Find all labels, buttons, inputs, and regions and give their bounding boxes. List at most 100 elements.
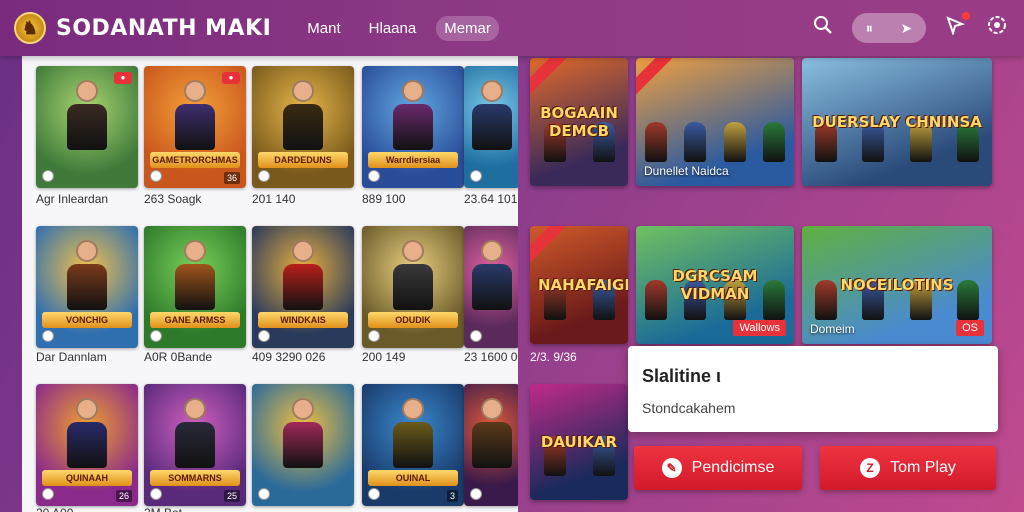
game-card-caption: 2M Bat bbox=[144, 506, 182, 512]
game-card[interactable] bbox=[464, 384, 518, 506]
brand-title[interactable]: SODANATH MAKI bbox=[56, 16, 271, 41]
featured-game-card[interactable]: DAUIKAR bbox=[530, 384, 628, 500]
game-character bbox=[470, 240, 514, 310]
game-character bbox=[65, 398, 109, 468]
platform-icon bbox=[42, 330, 54, 342]
game-character bbox=[173, 240, 217, 310]
game-card[interactable] bbox=[464, 226, 518, 348]
platform-icon bbox=[470, 330, 482, 342]
game-card-title: ODUDIK bbox=[368, 312, 458, 328]
character-figure bbox=[763, 122, 786, 162]
game-character bbox=[281, 240, 325, 310]
featured-game-card[interactable]: DGRCSAM VIDMAN Wallows bbox=[636, 226, 794, 344]
featured-title: NAHAFAIGI bbox=[538, 276, 628, 294]
game-card-caption: Agr Inleardan bbox=[36, 192, 109, 206]
platform-icon bbox=[258, 170, 270, 182]
featured-title: DGRCSAM VIDMAN bbox=[672, 267, 758, 303]
game-card-title: VONCHIG bbox=[42, 312, 132, 328]
header-tools: ⏸ ➤ bbox=[810, 12, 1010, 43]
nav-item-mant[interactable]: Mant bbox=[299, 16, 348, 41]
featured-title: DAUIKAR bbox=[540, 433, 618, 451]
primary-button[interactable]: ✎ Pendicimse bbox=[634, 446, 802, 490]
notification-dot bbox=[962, 12, 970, 20]
primary-button-label: Pendicimse bbox=[691, 459, 775, 476]
platform-icon bbox=[368, 170, 380, 182]
nav-item-hlaana[interactable]: Hlaana bbox=[361, 16, 425, 41]
game-card[interactable]: ODUDIK bbox=[362, 226, 464, 348]
game-card-count: 26 bbox=[115, 490, 132, 502]
game-card[interactable]: VONCHIG bbox=[36, 226, 138, 348]
featured-subtitle: Domeim bbox=[810, 322, 855, 336]
platform-icon bbox=[258, 330, 270, 342]
game-card-title: QUINAAH bbox=[42, 470, 132, 486]
featured-game-card[interactable]: Dunellet Naidca bbox=[636, 58, 794, 186]
game-card-caption: 23 1600 00 bbox=[464, 350, 518, 364]
hot-ribbon bbox=[530, 58, 570, 98]
character-figure bbox=[644, 122, 667, 162]
popup-title: Slalitine ι bbox=[642, 366, 722, 386]
game-character bbox=[65, 240, 109, 310]
play-button[interactable]: Z Tom Play bbox=[820, 446, 996, 490]
platform-icon bbox=[258, 488, 270, 500]
game-character bbox=[470, 80, 514, 150]
game-card[interactable]: DARDEDUNS bbox=[252, 66, 354, 188]
featured-panel: DAUIKAR NOCEILOTINS Domeim OS DGRCSAM VIDMAN… bbox=[518, 56, 1024, 512]
new-badge: ● bbox=[222, 72, 240, 84]
game-card[interactable]: OUINAL 3 bbox=[362, 384, 464, 506]
game-card-caption: 889 100 bbox=[362, 192, 406, 206]
search-icon[interactable] bbox=[810, 15, 836, 41]
game-card-caption: 263 Soagk bbox=[144, 192, 202, 206]
game-character bbox=[391, 240, 435, 310]
featured-title: DUERSLAY CHNINSA bbox=[812, 113, 982, 131]
share-icon[interactable] bbox=[942, 12, 970, 41]
game-character bbox=[173, 80, 217, 150]
play-icon: Z bbox=[860, 458, 881, 478]
platform-icon bbox=[150, 488, 162, 500]
game-card-caption: Dar Dannlam bbox=[36, 350, 107, 364]
brand-logo-icon[interactable]: ♞ bbox=[14, 12, 46, 44]
game-card-caption: 201 140 bbox=[252, 192, 296, 206]
featured-game-card[interactable]: BOGAAIN DEMCB bbox=[530, 58, 628, 186]
game-card[interactable]: GAMETRORCHMAS ● 36 bbox=[144, 66, 246, 188]
platform-icon bbox=[150, 170, 162, 182]
game-card[interactable] bbox=[252, 384, 354, 506]
game-character bbox=[281, 80, 325, 150]
game-character bbox=[470, 398, 514, 468]
character-figure bbox=[684, 122, 707, 162]
game-card-title: WINDKAIS bbox=[258, 312, 348, 328]
platform-icon bbox=[470, 170, 482, 182]
main-nav: Mant Hlaana Memar bbox=[299, 15, 499, 41]
game-card-count: 3 bbox=[446, 490, 458, 502]
game-library-panel: ● GAMETRORCHMAS ● 36 DARDEDUNS Warrdiersiaa Ag… bbox=[22, 56, 518, 512]
game-card[interactable]: WINDKAIS bbox=[252, 226, 354, 348]
featured-title: NOCEILOTINS bbox=[840, 276, 954, 294]
bandage-icon: ✎ bbox=[661, 458, 682, 478]
game-card[interactable]: SOMMARNS 25 bbox=[144, 384, 246, 506]
mode-toggle[interactable]: ⏸ ➤ bbox=[852, 13, 926, 43]
game-card[interactable]: GANE ARMSS bbox=[144, 226, 246, 348]
game-card-caption: 23.64 101 bbox=[464, 192, 518, 206]
game-card[interactable] bbox=[464, 66, 518, 188]
featured-game-card[interactable]: NOCEILOTINS Domeim OS bbox=[802, 226, 992, 344]
game-card-caption: 20 A00 bbox=[36, 506, 73, 512]
game-card-caption: A0R 0Bande bbox=[144, 350, 213, 364]
featured-subtitle: Dunellet Naidca bbox=[644, 164, 729, 178]
game-card[interactable]: ● bbox=[36, 66, 138, 188]
featured-game-card[interactable]: NAHAFAIGI bbox=[530, 226, 628, 344]
hot-ribbon bbox=[636, 58, 676, 98]
platform-icon bbox=[368, 330, 380, 342]
platform-icon bbox=[42, 488, 54, 500]
nav-item-memar[interactable]: Memar bbox=[436, 15, 499, 41]
character-figure bbox=[723, 122, 746, 162]
popup-subtitle: Stondcakahem bbox=[642, 400, 736, 416]
platform-icon bbox=[42, 170, 54, 182]
featured-game-card[interactable]: DUERSLAY CHNINSA bbox=[802, 58, 992, 186]
featured-caption: 2/3. 9/36 bbox=[530, 350, 577, 364]
featured-characters bbox=[636, 122, 794, 162]
game-card[interactable]: QUINAAH 26 bbox=[36, 384, 138, 506]
game-card-title: DARDEDUNS bbox=[258, 152, 348, 168]
platform-icon bbox=[150, 330, 162, 342]
game-card[interactable]: Warrdiersiaa bbox=[362, 66, 464, 188]
game-character bbox=[391, 80, 435, 150]
settings-icon[interactable] bbox=[984, 14, 1010, 42]
